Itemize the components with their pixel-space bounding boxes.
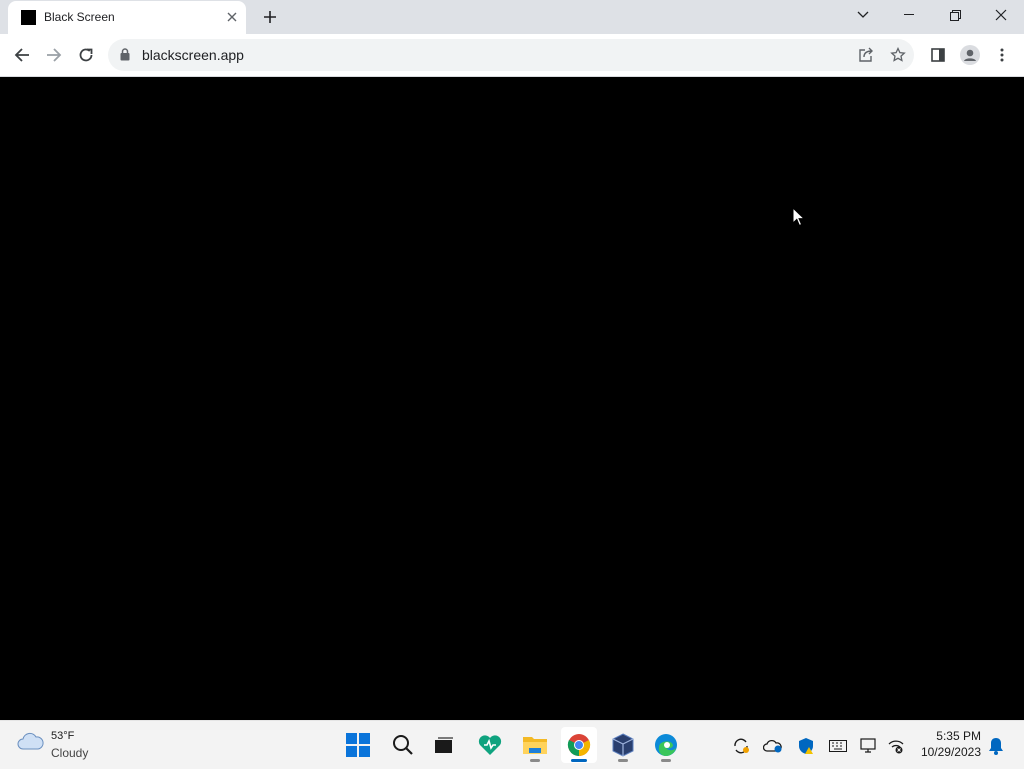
menu-icon[interactable] [988, 41, 1016, 69]
back-icon[interactable] [8, 41, 36, 69]
keyboard-icon[interactable] [827, 735, 849, 757]
side-panel-icon[interactable] [924, 41, 952, 69]
profile-icon[interactable] [956, 41, 984, 69]
tab-black-screen[interactable]: Black Screen [8, 1, 246, 34]
lock-icon[interactable] [120, 48, 130, 66]
taskbar: 53°F Cloudy 5:35 PM 10/29/2023 [0, 720, 1024, 769]
weather-temperature: 53°F [51, 730, 75, 742]
share-icon[interactable] [856, 45, 876, 65]
forward-icon[interactable] [40, 41, 68, 69]
tab-search-icon[interactable] [840, 0, 886, 30]
chrome-icon[interactable] [561, 727, 597, 763]
black-screen-page[interactable] [0, 77, 1024, 720]
task-view-icon[interactable] [426, 727, 462, 763]
weather-condition: Cloudy [51, 746, 89, 760]
address-bar[interactable]: blackscreen.app [108, 39, 914, 71]
windows-start-icon[interactable] [340, 727, 376, 763]
tab-close-icon[interactable] [222, 7, 242, 27]
virtualbox-icon[interactable] [605, 727, 641, 763]
network-icon[interactable] [885, 735, 907, 757]
display-icon[interactable] [858, 735, 880, 757]
clock-date: 10/29/2023 [920, 745, 981, 759]
onedrive-icon[interactable] [762, 735, 784, 757]
notification-bell-icon[interactable] [985, 735, 1007, 757]
file-explorer-icon[interactable] [517, 727, 553, 763]
tab-title: Black Screen [44, 10, 115, 24]
running-indicator [530, 759, 540, 762]
search-icon[interactable] [385, 727, 421, 763]
cloud-icon [16, 731, 44, 756]
clock-time: 5:35 PM [936, 729, 981, 743]
health-app-icon[interactable] [472, 727, 508, 763]
star-icon[interactable] [888, 45, 908, 65]
reload-icon[interactable] [72, 41, 100, 69]
new-tab-button[interactable] [258, 6, 282, 28]
browser-toolbar: blackscreen.app [0, 34, 1024, 77]
close-window-icon[interactable] [978, 0, 1024, 30]
running-indicator [618, 759, 628, 762]
edge-icon[interactable] [648, 727, 684, 763]
black-square-icon [21, 10, 36, 25]
mouse-cursor-icon [792, 206, 806, 232]
security-icon[interactable] [795, 735, 817, 757]
tab-strip: Black Screen [0, 0, 1024, 34]
minimize-icon[interactable] [886, 0, 932, 30]
url-text[interactable]: blackscreen.app [142, 47, 244, 63]
running-indicator [661, 759, 671, 762]
restore-icon[interactable] [932, 0, 978, 30]
sync-icon[interactable] [730, 735, 752, 757]
active-indicator [571, 759, 587, 762]
